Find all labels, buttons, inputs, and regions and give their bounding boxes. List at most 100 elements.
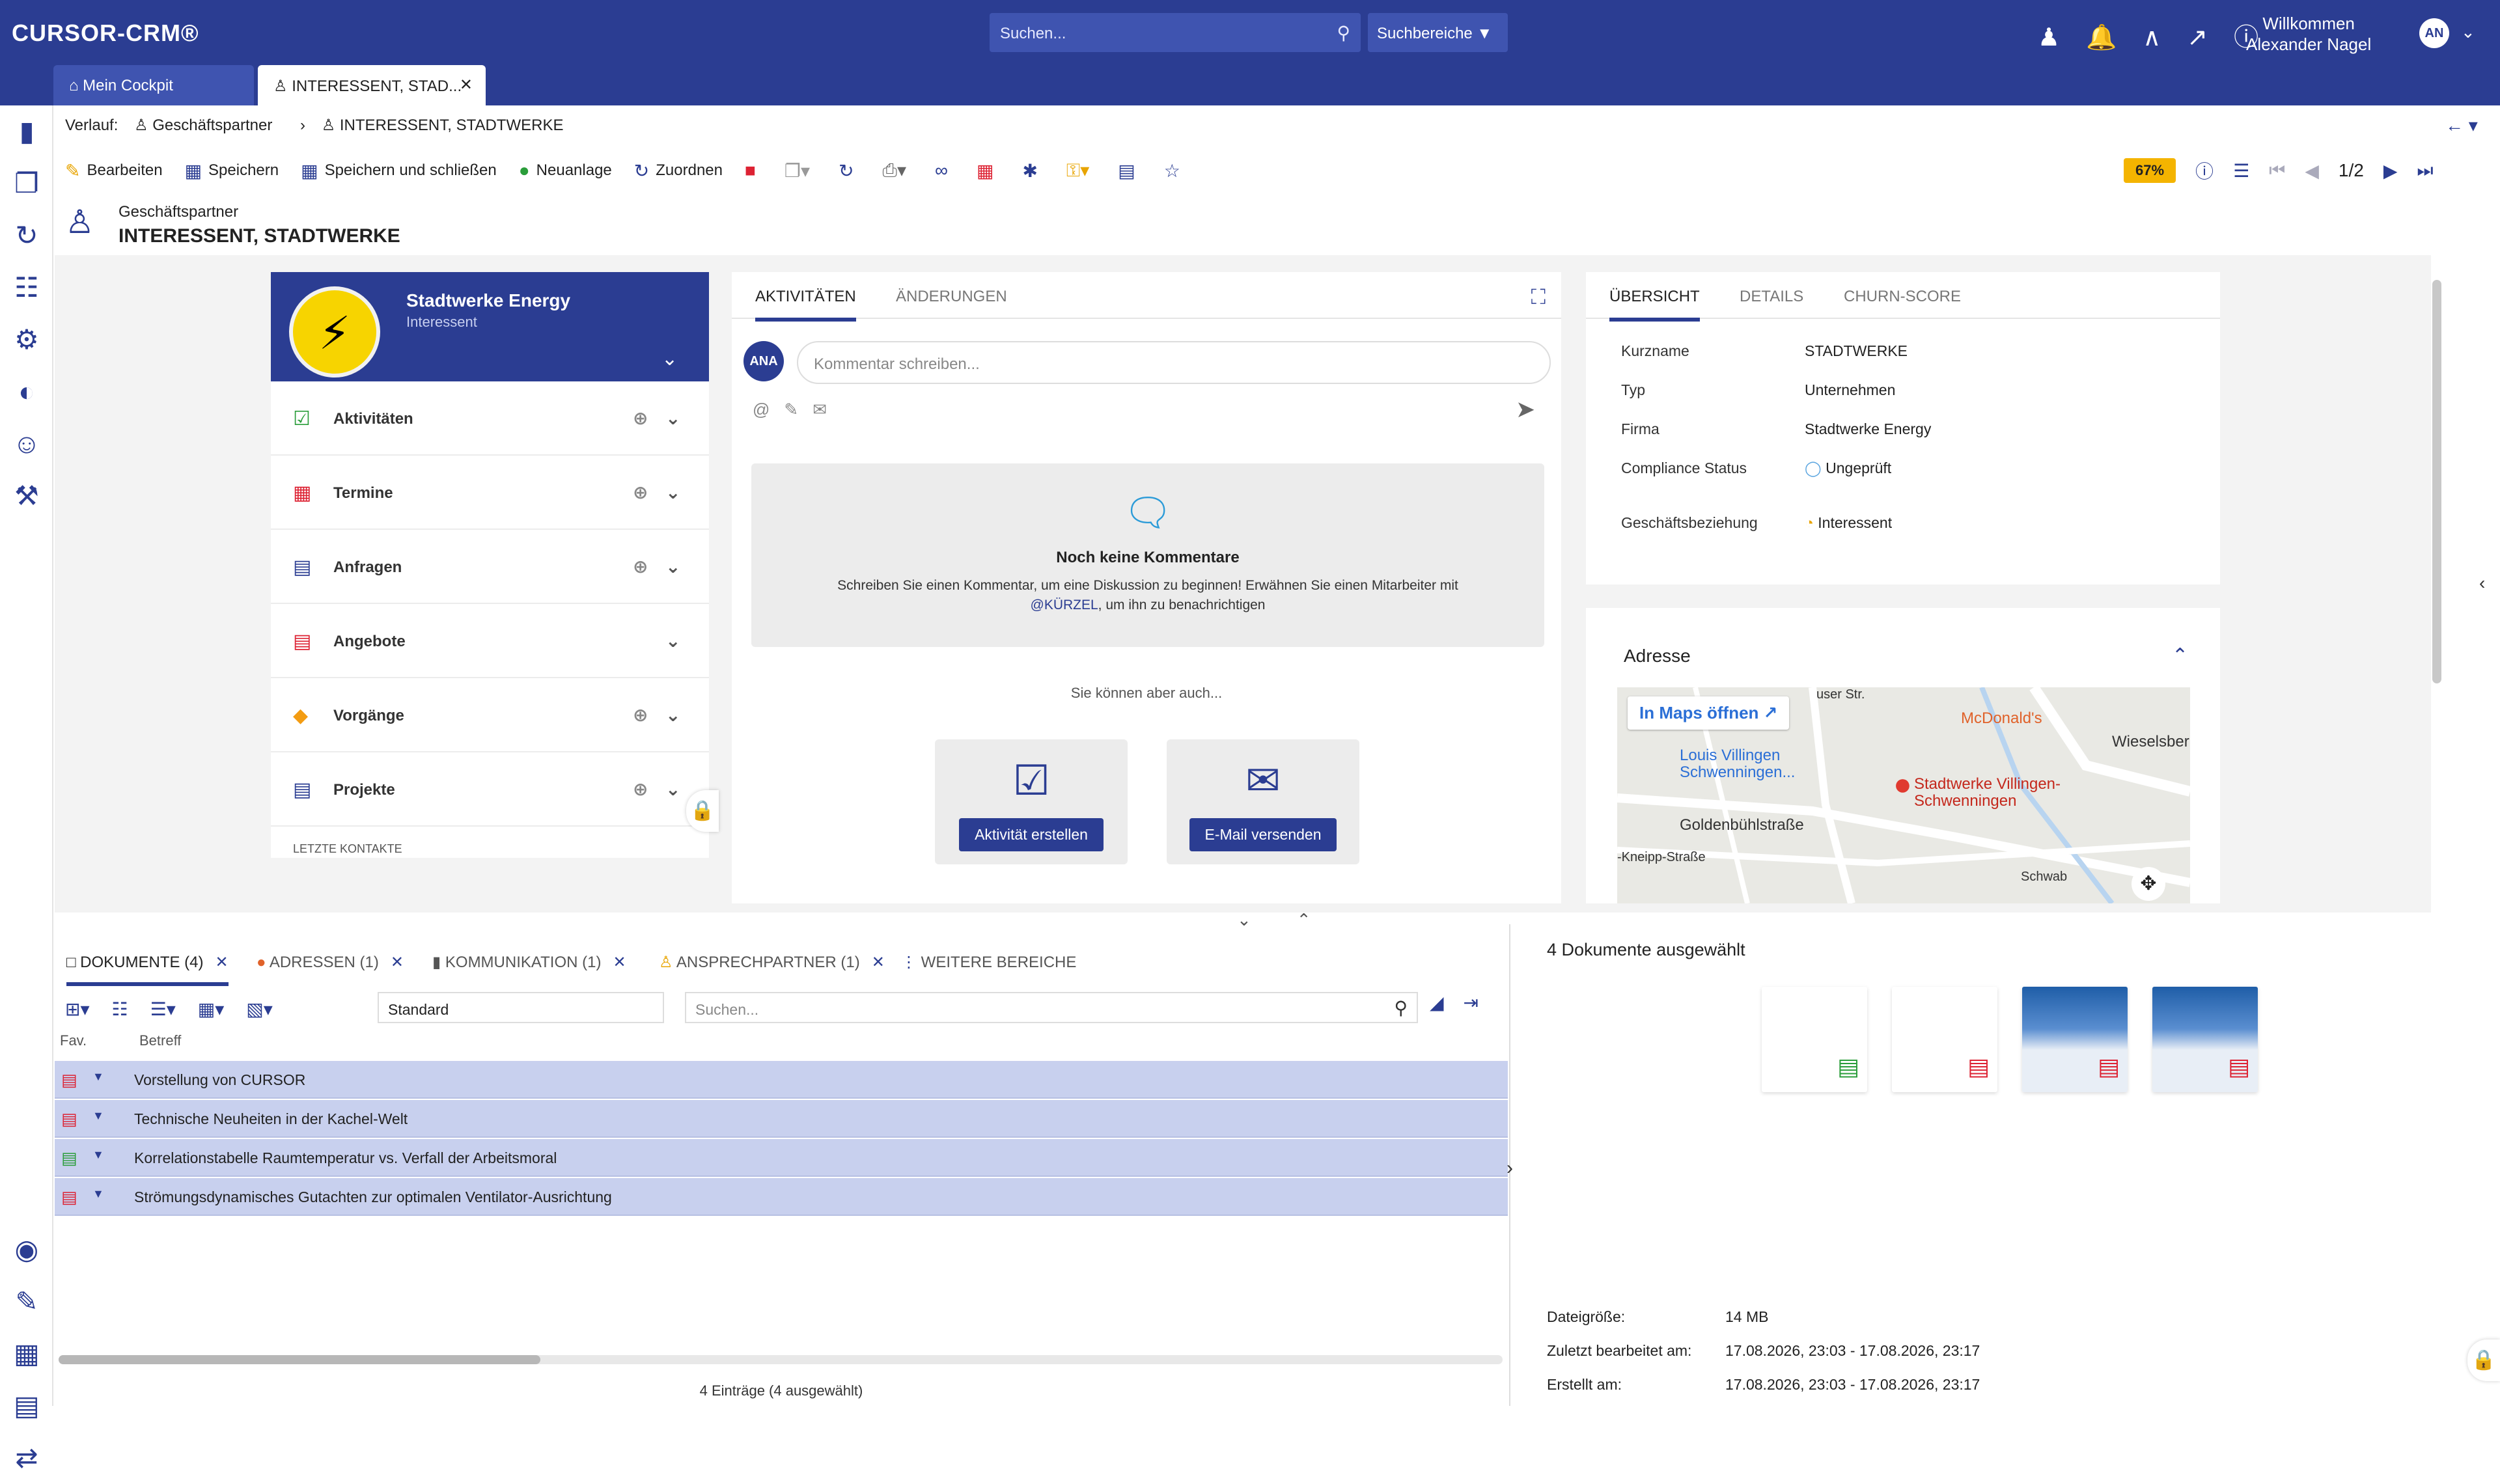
chevron-right-icon[interactable]: › [1507, 1157, 1513, 1179]
sync-icon[interactable]: ⇄ [0, 1432, 53, 1484]
last-contacts-heading[interactable]: LETZTE KONTAKTE [293, 842, 402, 856]
chevron-down-icon[interactable]: ⌄ [665, 704, 680, 726]
tab-addresses[interactable]: ● ADRESSEN (1) ✕ [257, 953, 404, 972]
send-icon[interactable]: ➤ [1516, 396, 1535, 423]
tab-churn[interactable]: CHURN-SCORE [1844, 288, 1961, 306]
first-record-icon[interactable]: ⏮ [2269, 160, 2285, 182]
close-icon[interactable]: ✕ [215, 954, 229, 971]
favorite-button[interactable]: ☆ [1164, 160, 1187, 182]
send-mail-tile[interactable]: ✉ E-Mail versenden [1167, 739, 1359, 864]
mail-icon[interactable]: ✉ [812, 400, 841, 419]
next-record-icon[interactable]: ▶ [2383, 160, 2398, 182]
tab-details[interactable]: DETAILS [1740, 288, 1803, 306]
document-thumbnail[interactable]: ▤ [2022, 987, 2128, 1092]
document-thumbnail[interactable]: ▤ [1892, 987, 1997, 1092]
chevron-up-icon[interactable]: ⌃ [2172, 644, 2188, 667]
tab-changes[interactable]: ÄNDERUNGEN [896, 288, 1007, 306]
lock-icon[interactable]: 🔒 [2467, 1340, 2500, 1381]
chevron-up-icon[interactable]: ⌃ [1297, 910, 1357, 929]
lock-icon[interactable]: 🔒 [686, 790, 719, 832]
columns-icon[interactable]: ▧▾ [246, 998, 273, 1020]
close-icon[interactable]: ✕ [391, 954, 404, 971]
copy-button[interactable]: ❐▾ [785, 160, 816, 182]
tab-more[interactable]: ⋮ WEITERE BEREICHE [901, 953, 1076, 972]
horizontal-scrollbar[interactable] [59, 1355, 1503, 1364]
attach-button[interactable]: ∞ [935, 160, 954, 181]
send-mail-button[interactable]: E-Mail versenden [1189, 818, 1337, 851]
app-logo[interactable]: CURSOR-CRM® [12, 20, 199, 47]
chevron-down-icon[interactable]: ⌄ [661, 348, 678, 370]
lock-button[interactable]: ⚿▾ [1066, 159, 1096, 182]
doc-add-button[interactable]: ▤ [1118, 160, 1141, 182]
delete-button[interactable]: ■ [745, 160, 762, 181]
table-row[interactable]: ▤ ▼ Technische Neuheiten in der Kachel-Wel… [55, 1100, 1508, 1138]
search-icon[interactable]: ⚲ [1337, 22, 1350, 44]
open-maps-button[interactable]: In Maps öffnen ↗ [1628, 696, 1790, 730]
view-select[interactable]: Standard [378, 992, 664, 1023]
tab-documents[interactable]: □ DOKUMENTE (4) ✕ [66, 953, 229, 986]
row-menu-icon[interactable]: ▼ [92, 1148, 104, 1162]
section-projects[interactable]: ▤ Projekte ⊕ ⌄ [271, 752, 709, 827]
edit-icon[interactable]: ✎ [0, 1276, 53, 1328]
chart-icon[interactable]: ◐ [0, 366, 53, 418]
table-row[interactable]: ▤ ▼ Strömungsdynamisches Gutachten zur opt… [55, 1178, 1508, 1216]
last-record-icon[interactable]: ⏭ [2417, 160, 2433, 182]
breadcrumb-item[interactable]: ♙ INTERESSENT, STADTWERKE [322, 117, 576, 134]
chess-icon[interactable]: ♟ [2038, 24, 2086, 51]
chevron-down-icon[interactable]: ⌄ [665, 482, 680, 503]
eye-icon[interactable]: ◉ [0, 1224, 53, 1276]
scrollbar-thumb[interactable] [59, 1355, 540, 1364]
pin-icon[interactable]: ⇥ [1464, 993, 1498, 1013]
map-view[interactable]: In Maps öffnen ↗ Louis Villingen Schwenn… [1617, 687, 2190, 903]
global-search-input[interactable]: Suchen... ⚲ [990, 13, 1361, 52]
chevron-down-icon[interactable]: ⌄ [1237, 910, 1297, 929]
row-menu-icon[interactable]: ▼ [92, 1109, 104, 1123]
chevron-down-icon[interactable]: ⌄ [665, 556, 680, 577]
add-icon[interactable]: ⊕ [633, 556, 648, 577]
breadcrumb-item[interactable]: ♙ Geschäftspartner [134, 117, 284, 134]
section-processes[interactable]: ◆ Vorgänge ⊕ ⌄ [271, 678, 709, 752]
tab-cockpit[interactable]: ⌂ Mein Cockpit [53, 65, 254, 105]
gear-icon[interactable]: ⚙ [0, 314, 53, 366]
calendar-button[interactable]: ▦ [977, 160, 1000, 182]
search-list-icon[interactable]: ☷ [0, 262, 53, 314]
search-filter-icon[interactable]: ☷ [112, 998, 128, 1020]
comment-input[interactable]: Kommentar schreiben... [797, 341, 1551, 384]
tab-activities[interactable]: AKTIVITÄTEN [755, 288, 856, 322]
tab-communication[interactable]: ▮ KOMMUNIKATION (1) ✕ [432, 953, 626, 972]
close-icon[interactable]: ✕ [872, 954, 885, 971]
table-row[interactable]: ▤ ▼ Korrelationstabelle Raumtemperatur vs.… [55, 1139, 1508, 1177]
robot-icon[interactable]: ☺ [0, 418, 53, 470]
save-close-button[interactable]: ▦ Speichern und schließen [301, 160, 497, 182]
refresh-button[interactable]: ↻ [839, 160, 860, 182]
search-icon[interactable]: ⚲ [1394, 997, 1408, 1019]
network-button[interactable]: ✱ [1022, 160, 1044, 182]
chevron-down-icon[interactable]: ⌄ [2461, 22, 2475, 42]
column-fav[interactable]: Fav. [60, 1032, 87, 1049]
list-icon[interactable]: ☰ [2233, 160, 2249, 182]
close-icon[interactable]: ✕ [613, 954, 626, 971]
collapse-right-icon[interactable]: ‹ [2479, 573, 2485, 594]
share-icon[interactable]: ∧ [2143, 24, 2187, 51]
assign-button[interactable]: ↻ Zuordnen [634, 160, 723, 182]
tab-record[interactable]: ♙ INTERESSENT, STAD... ✕ [258, 65, 486, 105]
document-thumbnail[interactable]: ▤ [2152, 987, 2258, 1092]
history-icon[interactable]: ↻ [0, 210, 53, 262]
chevron-down-icon[interactable]: ⌄ [665, 630, 680, 652]
external-icon[interactable]: ↗ [2187, 24, 2234, 51]
add-icon[interactable]: ⊕ [633, 778, 648, 800]
bell-icon[interactable]: 🔔 [2086, 24, 2143, 51]
row-menu-icon[interactable]: ▼ [92, 1070, 104, 1084]
row-menu-icon[interactable]: ▼ [92, 1187, 104, 1201]
new-button[interactable]: ● Neuanlage [519, 160, 612, 181]
prev-record-icon[interactable]: ◀ [2305, 160, 2319, 182]
create-activity-button[interactable]: Aktivität erstellen [959, 818, 1104, 851]
add-icon[interactable]: ⊕ [633, 407, 648, 429]
filter-icon[interactable]: ◢ [1430, 993, 1464, 1013]
documents-search-input[interactable]: Suchen... ⚲ [685, 992, 1418, 1023]
print-button[interactable]: ⎙▾ [883, 159, 913, 182]
create-activity-tile[interactable]: ☑ Aktivität erstellen [935, 739, 1128, 864]
fullscreen-icon[interactable]: ⛶ [1531, 285, 1546, 310]
calendar-icon[interactable]: ▦ [0, 1328, 53, 1380]
tools-icon[interactable]: ⚒ [0, 470, 53, 522]
